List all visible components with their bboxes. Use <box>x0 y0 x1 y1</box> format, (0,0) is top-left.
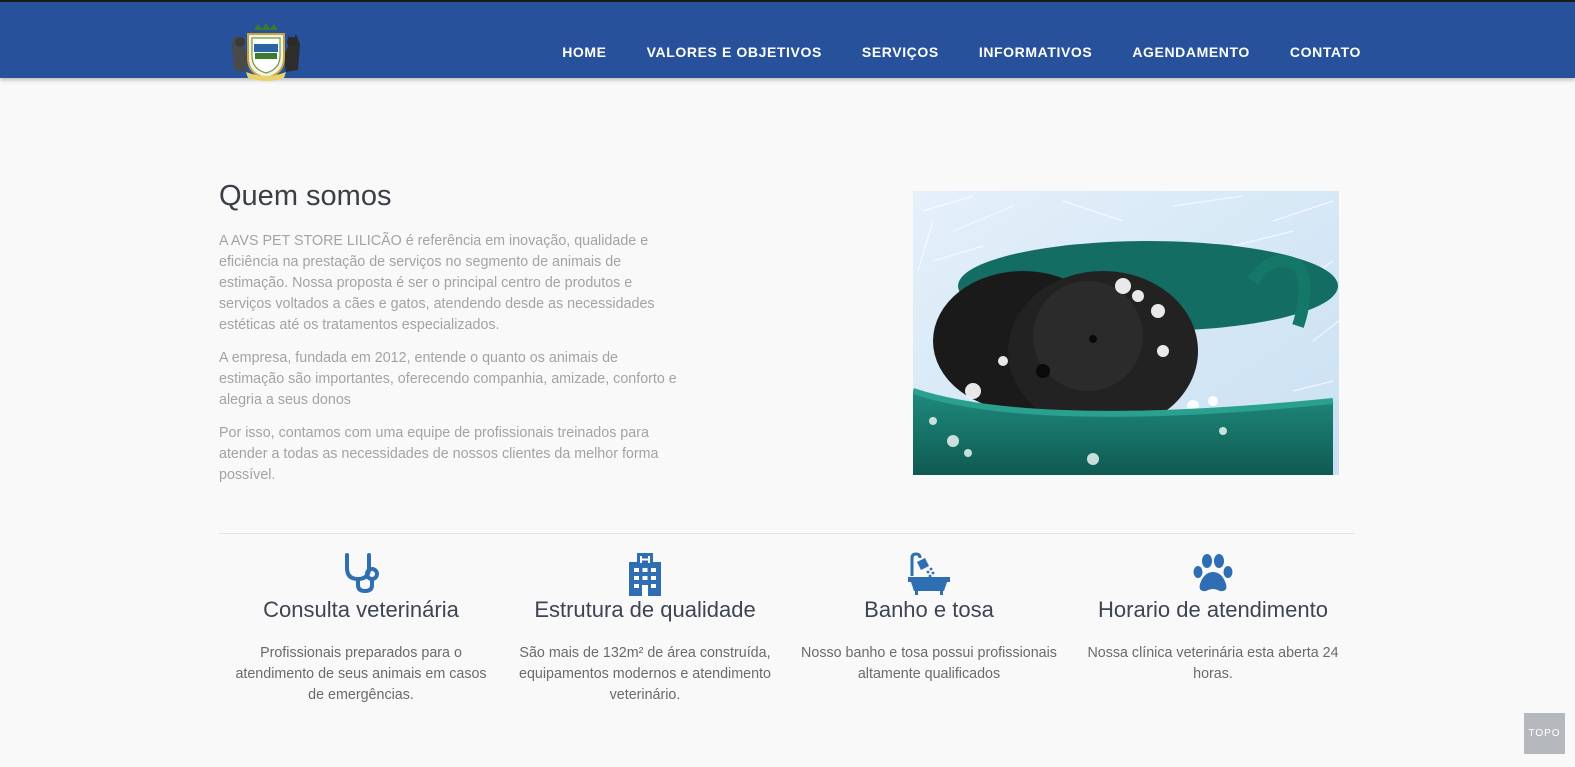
about-section: Quem somos A AVS PET STORE LILICÃO é ref… <box>219 180 679 498</box>
about-paragraph-3: Por isso, contamos com uma equipe de pro… <box>219 425 659 483</box>
back-to-top-button[interactable]: TOPO <box>1524 713 1565 754</box>
feature-horario: Horario de atendimento Nossa clínica vet… <box>1071 552 1355 706</box>
paw-print-icon <box>1193 554 1233 592</box>
feature-text: Profissionais preparados para o atendime… <box>235 645 487 703</box>
navbar: HOME VALORES E OBJETIVOS SERVIÇOS INFORM… <box>0 2 1575 81</box>
nav-valores-e-objetivos[interactable]: VALORES E OBJETIVOS <box>647 44 822 60</box>
nav-agendamento[interactable]: AGENDAMENTO <box>1132 44 1250 60</box>
feature-title: Consulta veterinária <box>263 597 459 622</box>
nav-contato[interactable]: CONTATO <box>1290 44 1361 60</box>
pet-store-lilicao-logo[interactable] <box>224 22 308 82</box>
main-nav: HOME VALORES E OBJETIVOS SERVIÇOS INFORM… <box>522 2 1361 102</box>
feature-estrutura: Estrutura de qualidade São mais de 132m²… <box>503 552 787 706</box>
nav-informativos[interactable]: INFORMATIVOS <box>979 44 1093 60</box>
feature-title: Banho e tosa <box>864 597 994 622</box>
feature-title: Horario de atendimento <box>1098 597 1328 622</box>
stethoscope-icon <box>345 553 379 594</box>
feature-text: São mais de 132m² de área construída, eq… <box>519 645 771 703</box>
feature-text: Nosso banho e tosa possui profissionais … <box>801 645 1057 682</box>
feature-title: Estrutura de qualidade <box>534 597 756 622</box>
about-title: Quem somos <box>219 180 392 212</box>
bathtub-shower-icon <box>908 552 950 595</box>
about-paragraph-1: A AVS PET STORE LILICÃO é referência em … <box>219 233 655 333</box>
features-row: Consulta veterinária Profissionais prepa… <box>219 552 1355 706</box>
nav-servicos[interactable]: SERVIÇOS <box>862 44 939 60</box>
nav-home[interactable]: HOME <box>562 44 606 60</box>
section-divider <box>219 533 1355 534</box>
feature-consulta: Consulta veterinária Profissionais prepa… <box>219 552 503 706</box>
hospital-building-icon <box>629 553 661 596</box>
feature-banho: Banho e tosa Nosso banho e tosa possui p… <box>787 552 1071 706</box>
feature-text: Nossa clínica veterinária esta aberta 24… <box>1087 645 1339 682</box>
dog-in-bath-bucket-photo <box>913 191 1339 475</box>
about-paragraph-2: A empresa, fundada em 2012, entende o qu… <box>219 350 677 408</box>
